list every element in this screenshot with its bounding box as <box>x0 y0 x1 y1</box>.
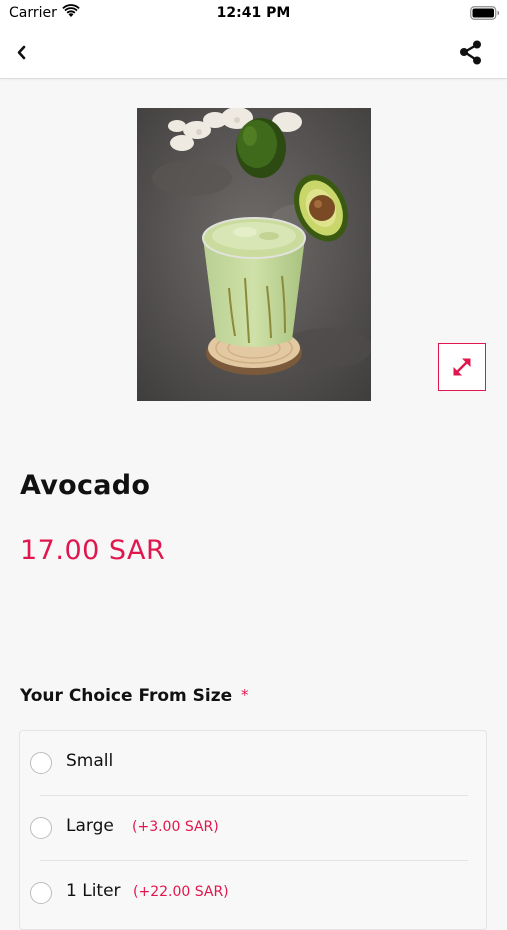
option-extra-price: (+22.00 SAR) <box>133 884 229 900</box>
option-label: Large <box>66 816 114 836</box>
expand-image-button[interactable] <box>438 343 486 391</box>
expand-arrows-icon <box>453 358 471 376</box>
product-name: Avocado <box>20 470 151 501</box>
radio-button[interactable] <box>30 882 52 904</box>
product-photo <box>137 108 371 401</box>
product-price: 17.00 SAR <box>20 535 166 566</box>
product-image[interactable] <box>137 108 371 401</box>
size-option-large[interactable]: Large (+3.00 SAR) <box>20 796 488 860</box>
size-choice-title: Your Choice From Size <box>20 686 233 706</box>
option-label: 1 Liter <box>66 881 121 901</box>
chevron-left-icon <box>17 45 26 60</box>
required-indicator: * <box>241 686 249 704</box>
back-button[interactable] <box>16 40 44 66</box>
size-option-small[interactable]: Small <box>20 731 488 795</box>
clock: 12:41 PM <box>216 5 291 21</box>
navigation-bar <box>0 28 507 79</box>
share-icon <box>460 40 481 65</box>
radio-button[interactable] <box>30 817 52 839</box>
radio-button[interactable] <box>30 752 52 774</box>
share-button[interactable] <box>456 38 486 68</box>
status-bar: Carrier 12:41 PM <box>0 0 507 28</box>
battery-icon <box>470 6 500 20</box>
option-label: Small <box>66 751 114 771</box>
size-option-1-liter[interactable]: 1 Liter (+22.00 SAR) <box>20 861 488 925</box>
option-extra-price: (+3.00 SAR) <box>132 819 219 835</box>
size-options-list: Small Large (+3.00 SAR) 1 Liter (+22.00 … <box>19 730 487 930</box>
